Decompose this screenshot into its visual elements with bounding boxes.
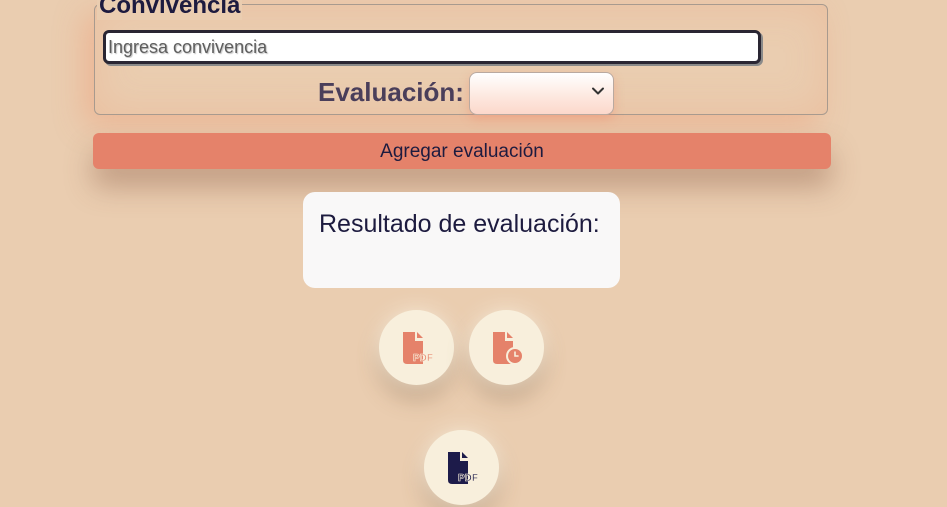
file-history-button[interactable] [469, 310, 544, 385]
pdf-file-icon: PDF [447, 451, 478, 484]
download-pdf-button[interactable]: PDF [379, 310, 454, 385]
pdf-icon-label: PDF [413, 353, 433, 364]
export-pdf-button[interactable]: PDF [424, 430, 499, 505]
result-card: Resultado de evaluación: [303, 192, 620, 288]
evaluation-select[interactable] [469, 72, 614, 115]
result-title: Resultado de evaluación: [319, 210, 600, 238]
pdf-file-icon: PDF [402, 331, 433, 364]
evaluation-label: Evaluación: [318, 77, 464, 107]
add-evaluation-button[interactable]: Agregar evaluación [93, 133, 831, 169]
file-clock-icon [492, 331, 524, 365]
convivencia-input[interactable] [103, 30, 761, 64]
fieldset-legend: Convivencia [97, 0, 243, 20]
pdf-icon-label: PDF [458, 473, 478, 484]
chevron-down-icon [592, 87, 604, 95]
